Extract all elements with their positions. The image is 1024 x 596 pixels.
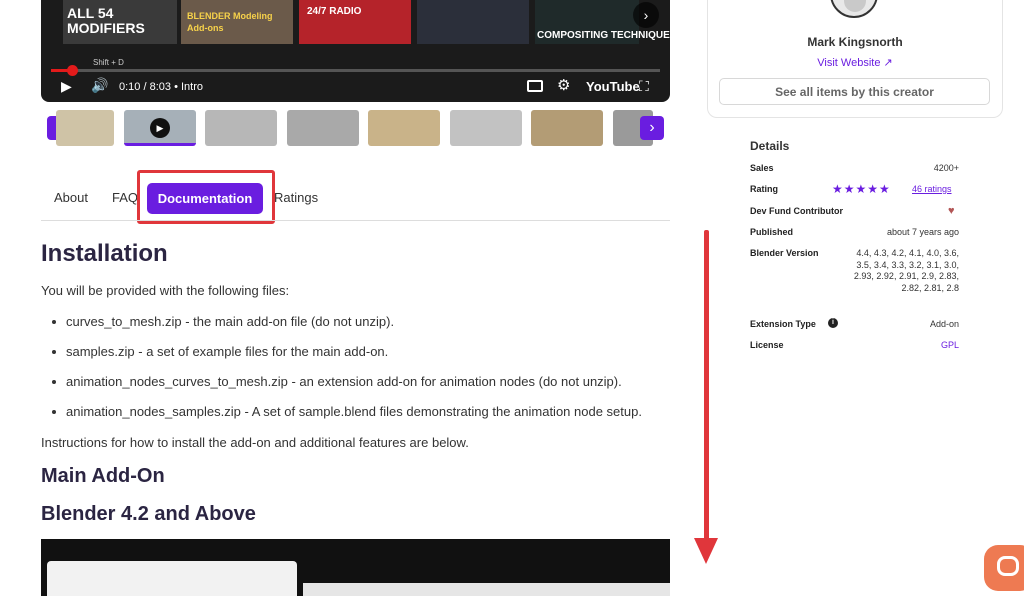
tab-faq[interactable]: FAQ bbox=[112, 190, 138, 205]
info-icon[interactable]: i bbox=[828, 318, 838, 328]
video-next-icon[interactable]: › bbox=[633, 2, 659, 28]
thumbnail-6[interactable] bbox=[450, 110, 522, 146]
thumbnail-7[interactable] bbox=[531, 110, 603, 146]
video-thumb-5-title: COMPOSITING TECHNIQUES bbox=[537, 30, 670, 41]
list-item: samples.zip - a set of example files for… bbox=[52, 344, 388, 359]
video-thumb-1[interactable]: ALL 54 MODIFIERS bbox=[63, 0, 177, 44]
visit-website-label: Visit Website bbox=[817, 57, 881, 69]
video-thumb-5[interactable]: COMPOSITING TECHNIQUES bbox=[535, 0, 670, 44]
chat-bubble-icon bbox=[997, 556, 1019, 576]
visit-website-link[interactable]: Visit Website ↗ bbox=[707, 56, 1003, 69]
license-label: License bbox=[750, 340, 784, 350]
fullscreen-icon[interactable]: ⛶ bbox=[639, 78, 649, 95]
annotation-arrow-line bbox=[704, 230, 709, 542]
video-frame-window-2 bbox=[303, 583, 670, 596]
thumbnail-3[interactable] bbox=[205, 110, 277, 146]
external-link-icon: ↗ bbox=[883, 57, 893, 69]
time-display: 0:10 / 8:03 • Intro bbox=[119, 81, 203, 93]
extension-type-label: Extension Type bbox=[750, 319, 816, 329]
video-frame-window-1 bbox=[47, 561, 297, 596]
heading-installation: Installation bbox=[41, 240, 168, 267]
thumbnail-2-video[interactable]: ▶ bbox=[124, 110, 196, 146]
play-circle-icon: ▶ bbox=[150, 118, 170, 138]
seek-knob[interactable] bbox=[67, 65, 78, 76]
rating-stars: ★★★★★ bbox=[832, 182, 891, 196]
chapter-label: Intro bbox=[180, 81, 203, 93]
tab-ratings[interactable]: Ratings bbox=[274, 190, 318, 205]
subtitles-icon[interactable] bbox=[527, 80, 543, 92]
heading-blender-42: Blender 4.2 and Above bbox=[41, 503, 256, 525]
video-thumb-2[interactable]: BLENDER Modeling Add-ons bbox=[181, 0, 293, 44]
ratings-link[interactable]: 46 ratings bbox=[912, 184, 952, 194]
thumb-next-button[interactable]: › bbox=[640, 116, 664, 140]
rating-label: Rating bbox=[750, 184, 778, 194]
sales-label: Sales bbox=[750, 163, 774, 173]
tab-divider bbox=[41, 220, 670, 221]
time-separator: • bbox=[174, 81, 181, 93]
video-thumb-2-title: BLENDER Modeling Add-ons bbox=[187, 11, 273, 33]
avatar-face-icon bbox=[844, 0, 866, 12]
tab-about[interactable]: About bbox=[54, 190, 88, 205]
volume-icon[interactable]: 🔊 bbox=[91, 77, 108, 94]
blender-version-value: 4.4, 4.3, 4.2, 4.1, 4.0, 3.6, 3.5, 3.4, … bbox=[853, 248, 959, 293]
list-item: animation_nodes_curves_to_mesh.zip - an … bbox=[52, 374, 622, 389]
list-item: animation_nodes_samples.zip - A set of s… bbox=[52, 404, 642, 419]
video-thumb-1-title: ALL 54 MODIFIERS bbox=[67, 5, 145, 36]
seek-bar[interactable] bbox=[51, 65, 660, 76]
video-thumb-3[interactable]: 24/7 RADIO bbox=[299, 0, 411, 44]
heading-main-addon: Main Add-On bbox=[41, 465, 165, 487]
license-link[interactable]: GPL bbox=[941, 340, 959, 350]
list-item-text: animation_nodes_curves_to_mesh.zip - an … bbox=[66, 374, 622, 389]
list-item-text: samples.zip - a set of example files for… bbox=[66, 344, 389, 359]
extension-type-value: Add-on bbox=[929, 319, 959, 329]
thumbnail-1[interactable] bbox=[56, 110, 114, 146]
details-title: Details bbox=[750, 139, 790, 153]
published-label: Published bbox=[750, 227, 794, 237]
heart-icon: ♥ bbox=[948, 205, 955, 217]
settings-gear-icon[interactable]: ⚙ bbox=[557, 76, 570, 94]
thumbnail-4[interactable] bbox=[287, 110, 359, 146]
shortcut-hint: Shift + D bbox=[93, 58, 124, 67]
sales-value: 4200+ bbox=[933, 163, 959, 173]
youtube-logo[interactable]: YouTube bbox=[586, 79, 640, 94]
documentation-video[interactable] bbox=[41, 539, 670, 596]
see-all-items-button[interactable]: See all items by this creator bbox=[719, 78, 990, 105]
video-thumb-4[interactable] bbox=[417, 0, 529, 44]
list-item: curves_to_mesh.zip - the main add-on fil… bbox=[52, 314, 394, 329]
intro-text: You will be provided with the following … bbox=[41, 283, 290, 298]
play-icon[interactable]: ▶ bbox=[61, 78, 72, 95]
instructions-text: Instructions for how to install the add-… bbox=[41, 435, 469, 450]
published-value: about 7 years ago bbox=[886, 227, 959, 237]
annotation-arrow-head bbox=[694, 538, 718, 564]
chat-widget-button[interactable] bbox=[984, 545, 1024, 591]
list-item-text: curves_to_mesh.zip - the main add-on fil… bbox=[66, 314, 395, 329]
video-thumb-3-title: 24/7 RADIO bbox=[307, 6, 362, 17]
time-value: 0:10 / 8:03 bbox=[119, 81, 171, 93]
list-item-text: animation_nodes_samples.zip - A set of s… bbox=[66, 404, 642, 419]
thumbnail-5[interactable] bbox=[368, 110, 440, 146]
blender-version-label: Blender Version bbox=[750, 248, 819, 258]
dev-fund-label: Dev Fund Contributor bbox=[750, 206, 843, 216]
annotation-highlight-box bbox=[137, 170, 275, 224]
creator-name[interactable]: Mark Kingsnorth bbox=[707, 35, 1003, 49]
video-player[interactable]: ALL 54 MODIFIERS BLENDER Modeling Add-on… bbox=[41, 0, 670, 102]
